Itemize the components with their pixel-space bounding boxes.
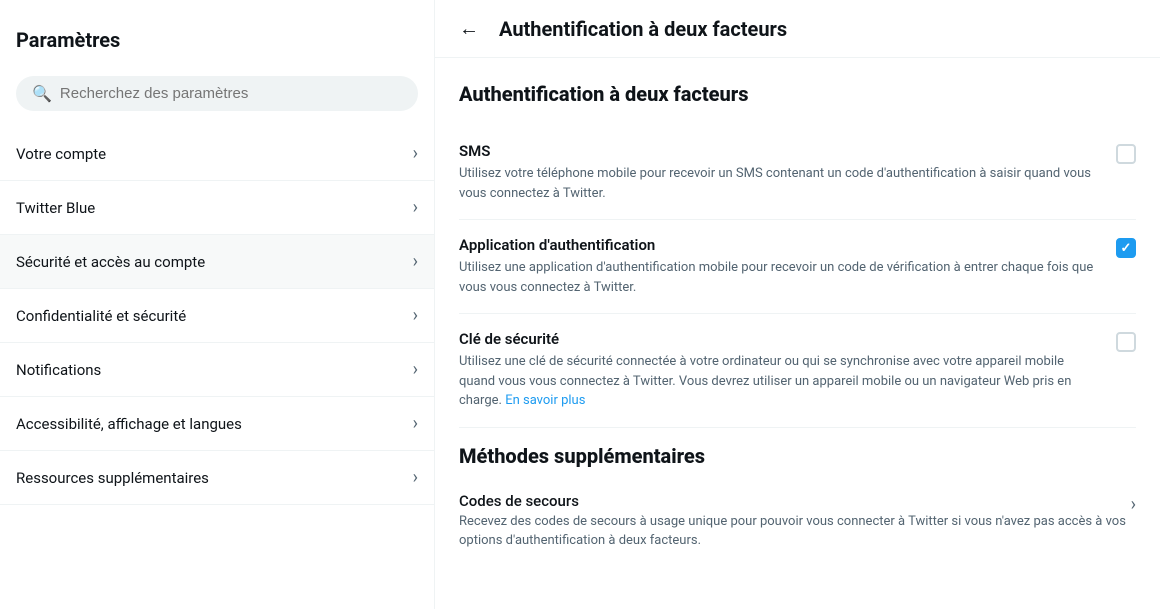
sidebar-item-votre-compte[interactable]: Votre compte › [0, 127, 434, 181]
codes-secours-desc: Recevez des codes de secours à usage uni… [459, 512, 1131, 551]
sms-checkbox-container[interactable] [1116, 144, 1136, 164]
cle-securite-option-desc: Utilisez une clé de sécurité connectée à… [459, 352, 1100, 411]
sidebar-item-twitter-blue[interactable]: Twitter Blue › [0, 181, 434, 235]
sms-option: SMS Utilisez votre téléphone mobile pour… [459, 126, 1136, 220]
chevron-icon: › [413, 467, 418, 488]
sidebar-title: Paramètres [0, 20, 434, 68]
chevron-icon: › [413, 197, 418, 218]
sidebar-item-ressources[interactable]: Ressources supplémentaires › [0, 451, 434, 505]
page-header: ← Authentification à deux facteurs [435, 0, 1160, 58]
sidebar: Paramètres 🔍 Votre compte › Twitter Blue… [0, 0, 435, 609]
methods-section-title: Méthodes supplémentaires [459, 444, 1136, 468]
search-container: 🔍 [0, 68, 434, 127]
chevron-icon: › [413, 143, 418, 164]
sms-option-desc: Utilisez votre téléphone mobile pour rec… [459, 164, 1100, 203]
chevron-icon: › [413, 251, 418, 272]
cle-securite-checkbox[interactable] [1116, 332, 1136, 352]
en-savoir-plus-link[interactable]: En savoir plus [505, 393, 585, 408]
main-content: ← Authentification à deux facteurs Authe… [435, 0, 1160, 609]
sidebar-item-securite[interactable]: Sécurité et accès au compte › [0, 235, 434, 289]
codes-secours-chevron-icon: › [1131, 494, 1136, 515]
codes-secours-item[interactable]: Codes de secours Recevez des codes de se… [459, 476, 1136, 567]
sms-option-title: SMS [459, 142, 1100, 160]
sidebar-nav: Votre compte › Twitter Blue › Sécurité e… [0, 127, 434, 505]
app-auth-checkbox[interactable] [1116, 238, 1136, 258]
app-auth-option-title: Application d'authentification [459, 236, 1100, 254]
app-auth-option: Application d'authentification Utilisez … [459, 220, 1136, 314]
chevron-icon: › [413, 359, 418, 380]
page-header-title: Authentification à deux facteurs [499, 17, 787, 41]
chevron-icon: › [413, 413, 418, 434]
codes-secours-title: Codes de secours [459, 492, 1131, 510]
search-input[interactable] [60, 85, 402, 102]
sms-checkbox[interactable] [1116, 144, 1136, 164]
section-title: Authentification à deux facteurs [459, 82, 1136, 106]
cle-securite-option: Clé de sécurité Utilisez une clé de sécu… [459, 314, 1136, 428]
back-button[interactable]: ← [459, 16, 479, 41]
cle-securite-option-title: Clé de sécurité [459, 330, 1100, 348]
search-box[interactable]: 🔍 [16, 76, 418, 111]
content-area: Authentification à deux facteurs SMS Uti… [435, 58, 1160, 591]
methods-section: Méthodes supplémentaires Codes de secour… [459, 444, 1136, 567]
app-auth-option-desc: Utilisez une application d'authentificat… [459, 258, 1100, 297]
cle-securite-checkbox-container[interactable] [1116, 332, 1136, 352]
sidebar-item-accessibilite[interactable]: Accessibilité, affichage et langues › [0, 397, 434, 451]
sidebar-item-confidentialite[interactable]: Confidentialité et sécurité › [0, 289, 434, 343]
chevron-icon: › [413, 305, 418, 326]
sidebar-item-notifications[interactable]: Notifications › [0, 343, 434, 397]
app-auth-checkbox-container[interactable] [1116, 238, 1136, 258]
search-icon: 🔍 [32, 84, 52, 103]
